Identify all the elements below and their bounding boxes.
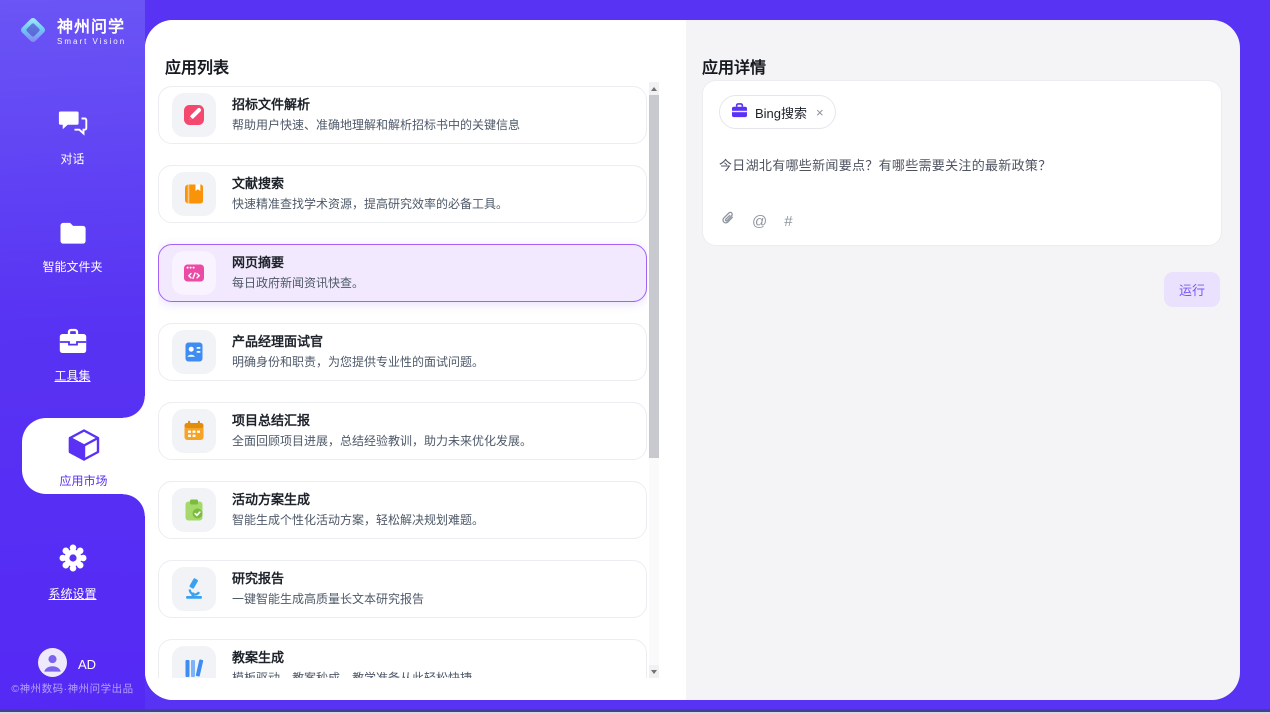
scrollbar-thumb[interactable] <box>649 95 659 458</box>
books-icon <box>172 646 216 678</box>
content-area: 应用列表 招标文件解析 帮助用户快速、准确地理解和解析招标书中的关键信息 <box>145 20 1240 700</box>
app-card-desc: 智能生成个性化活动方案，轻松解决规划难题。 <box>232 513 484 528</box>
app-card-desc: 每日政府新闻资讯快查。 <box>232 276 364 291</box>
query-text: 今日湖北有哪些新闻要点？有哪些需要关注的最新政策？ <box>719 155 1205 174</box>
paperclip-icon[interactable] <box>721 210 735 232</box>
brand-name: 神州问学 <box>57 19 126 37</box>
user-initials: AD <box>78 657 96 672</box>
user-account[interactable]: AD <box>38 648 96 680</box>
app-card-desc: 快速精准查找学术资源，提高研究效率的必备工具。 <box>232 197 508 212</box>
briefcase-icon <box>731 103 748 121</box>
tool-chip-label: Bing搜索 <box>755 103 807 122</box>
tool-chip-bing-search[interactable]: Bing搜索 × <box>719 95 836 129</box>
sidebar-item-smart-folders[interactable]: 智能文件夹 <box>0 221 145 275</box>
calendar-icon <box>172 409 216 453</box>
app-card-desc: 模板驱动，教案秒成，教学准备从此轻松快捷 <box>232 671 472 678</box>
app-card-title: 活动方案生成 <box>232 492 484 508</box>
composer-toolbar: @ # <box>721 210 793 232</box>
chat-icon <box>0 110 145 143</box>
app-detail-panel: 应用详情 Bing搜索 × 今日湖北有哪些新闻要点？有哪些需要关注的最新政策？ <box>686 20 1240 700</box>
browser-code-icon <box>172 251 216 295</box>
sidebar-item-app-market[interactable]: 应用市场 <box>22 418 145 494</box>
book-icon <box>172 172 216 216</box>
app-card-title: 产品经理面试官 <box>232 334 484 350</box>
app-card-event-plan[interactable]: 活动方案生成 智能生成个性化活动方案，轻松解决规划难题。 <box>158 481 647 539</box>
brand-diamond-icon <box>16 13 50 52</box>
gear-icon <box>0 543 145 578</box>
chip-close-icon[interactable]: × <box>816 105 824 120</box>
cube-icon <box>22 427 145 468</box>
toolbox-icon <box>0 328 145 360</box>
avatar <box>38 648 67 680</box>
pen-square-icon <box>172 93 216 137</box>
list-scrollbar[interactable] <box>649 82 659 678</box>
sidebar-item-label: 系统设置 <box>0 585 145 602</box>
query-composer[interactable]: Bing搜索 × 今日湖北有哪些新闻要点？有哪些需要关注的最新政策？ @ # <box>702 80 1222 246</box>
sidebar-item-label: 应用市场 <box>22 472 145 489</box>
hash-icon[interactable]: # <box>784 214 792 229</box>
app-list-scroll-area[interactable]: 招标文件解析 帮助用户快速、准确地理解和解析招标书中的关键信息 文献搜索 快速精… <box>158 86 647 678</box>
sidebar-item-label: 工具集 <box>0 367 145 384</box>
app-card-title: 网页摘要 <box>232 255 364 271</box>
app-card-title: 研究报告 <box>232 571 424 587</box>
app-card-desc: 全面回顾项目进展，总结经验教训，助力未来优化发展。 <box>232 434 532 449</box>
app-card-desc: 一键智能生成高质量长文本研究报告 <box>232 592 424 607</box>
brand-logo: 神州问学 Smart Vision <box>16 13 126 52</box>
sidebar-item-label: 对话 <box>0 150 145 167</box>
scroll-down-arrow[interactable] <box>649 665 659 678</box>
sidebar: 神州问学 Smart Vision 对话 智能文件夹 工具集 <box>0 0 145 714</box>
sidebar-item-toolset[interactable]: 工具集 <box>0 328 145 384</box>
app-card-tender-parse[interactable]: 招标文件解析 帮助用户快速、准确地理解和解析招标书中的关键信息 <box>158 86 647 144</box>
clipboard-check-icon <box>172 488 216 532</box>
scroll-up-arrow[interactable] <box>649 82 659 95</box>
app-card-web-summary[interactable]: 网页摘要 每日政府新闻资讯快查。 <box>158 244 647 302</box>
app-card-title: 文献搜索 <box>232 176 508 192</box>
copyright-footer: ©神州数码·神州问学出品 <box>0 681 145 696</box>
microscope-icon <box>172 567 216 611</box>
brand-tagline: Smart Vision <box>57 37 126 46</box>
app-list-title: 应用列表 <box>165 54 229 78</box>
folder-icon <box>0 221 145 251</box>
app-card-title: 教案生成 <box>232 650 472 666</box>
app-card-pm-interviewer[interactable]: 产品经理面试官 明确身份和职责，为您提供专业性的面试问题。 <box>158 323 647 381</box>
app-card-title: 项目总结汇报 <box>232 413 532 429</box>
app-list-panel: 应用列表 招标文件解析 帮助用户快速、准确地理解和解析招标书中的关键信息 <box>145 20 686 700</box>
app-card-title: 招标文件解析 <box>232 97 520 113</box>
sidebar-item-chat[interactable]: 对话 <box>0 110 145 167</box>
app-card-lesson-plan[interactable]: 教案生成 模板驱动，教案秒成，教学准备从此轻松快捷 <box>158 639 647 678</box>
sidebar-item-settings[interactable]: 系统设置 <box>0 543 145 602</box>
mention-icon[interactable]: @ <box>752 214 767 229</box>
app-card-research-report[interactable]: 研究报告 一键智能生成高质量长文本研究报告 <box>158 560 647 618</box>
app-card-desc: 帮助用户快速、准确地理解和解析招标书中的关键信息 <box>232 118 520 133</box>
app-card-project-summary[interactable]: 项目总结汇报 全面回顾项目进展，总结经验教训，助力未来优化发展。 <box>158 402 647 460</box>
app-card-literature-search[interactable]: 文献搜索 快速精准查找学术资源，提高研究效率的必备工具。 <box>158 165 647 223</box>
app-detail-title: 应用详情 <box>702 54 766 78</box>
sidebar-item-label: 智能文件夹 <box>0 258 145 275</box>
app-card-desc: 明确身份和职责，为您提供专业性的面试问题。 <box>232 355 484 370</box>
run-button[interactable]: 运行 <box>1164 272 1220 307</box>
person-document-icon <box>172 330 216 374</box>
